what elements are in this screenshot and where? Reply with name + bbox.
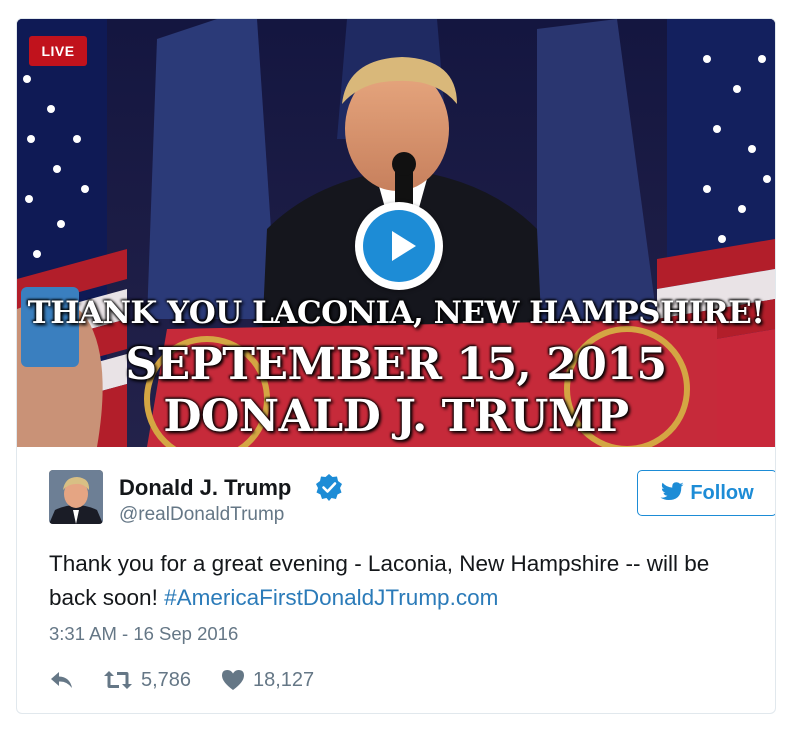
tweet-actions: 5,786 18,127	[49, 665, 449, 695]
like-button[interactable]: 18,127	[221, 665, 314, 695]
retweet-count: 5,786	[141, 668, 192, 691]
reply-button[interactable]	[49, 665, 75, 695]
tweet-link[interactable]: #AmericaFirstDonaldJTrump.com	[164, 585, 498, 610]
verified-icon	[316, 474, 342, 501]
tweet-timestamp[interactable]: 3:31 AM - 16 Sep 2016	[49, 623, 238, 645]
video-overlay-line-2: SEPTEMBER 15, 2015	[125, 339, 667, 390]
reply-icon	[51, 672, 72, 688]
follow-label: Follow	[690, 482, 754, 504]
play-icon	[363, 210, 435, 282]
tweet-card: LIVE THANK YOU LACONIA, NEW HAMPSHIRE! S…	[16, 18, 776, 714]
video-overlay-line-1: THANK YOU LACONIA, NEW HAMPSHIRE!	[27, 295, 765, 331]
tweet-header: Donald J. Trump @realDonaldTrump Follow	[49, 470, 775, 530]
video-overlay-line-3: DONALD J. TRUMP	[163, 391, 629, 442]
avatar-image	[49, 470, 103, 524]
retweet-icon	[104, 671, 132, 689]
live-badge: LIVE	[29, 36, 87, 66]
like-count: 18,127	[253, 668, 315, 691]
twitter-bird-icon	[660, 482, 684, 501]
retweet-button[interactable]: 5,786	[103, 665, 191, 695]
user-name[interactable]: Donald J. Trump	[119, 475, 291, 501]
avatar[interactable]	[49, 470, 103, 524]
follow-button[interactable]: Follow	[637, 470, 775, 516]
video-player[interactable]: LIVE THANK YOU LACONIA, NEW HAMPSHIRE! S…	[17, 19, 775, 447]
user-handle[interactable]: @realDonaldTrump	[119, 504, 284, 526]
tweet-text: Thank you for a great evening - Laconia,…	[49, 547, 749, 615]
heart-icon	[222, 670, 244, 690]
play-button[interactable]	[355, 202, 443, 290]
